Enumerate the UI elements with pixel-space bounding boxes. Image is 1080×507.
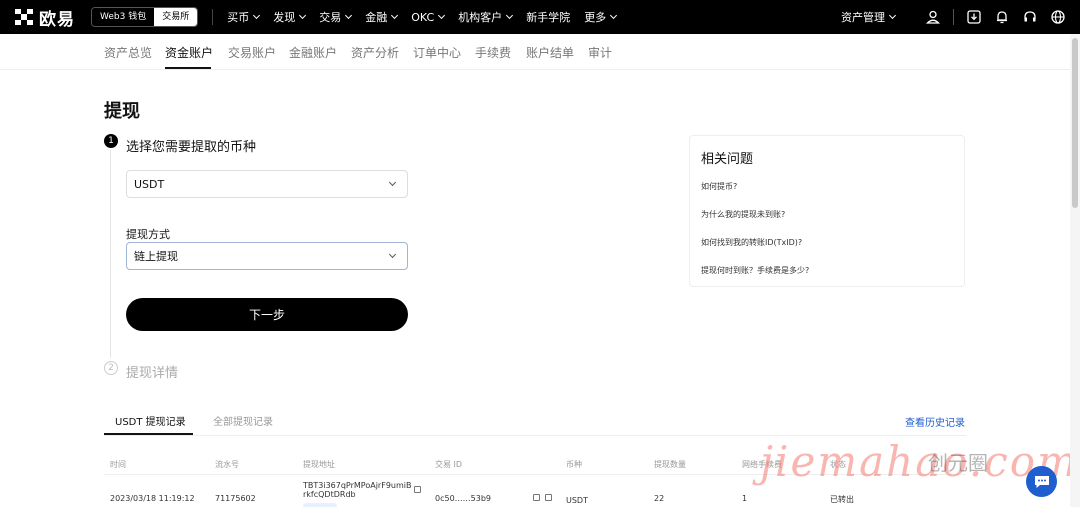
column-header: 币种 [566, 460, 582, 469]
view-history-link[interactable]: 查看历史记录 [905, 414, 965, 429]
subnav-funding-account[interactable]: 资金账户 [165, 44, 213, 61]
headset-icon[interactable] [1022, 9, 1038, 25]
nav-institutional[interactable]: 机构客户 [458, 9, 514, 25]
bell-icon[interactable] [994, 9, 1010, 25]
exchange-toggle[interactable]: 交易所 [154, 8, 198, 26]
subnav-fees[interactable]: 手续费 [475, 44, 511, 61]
cell-txid: 0c50……53b9 [435, 494, 492, 503]
cell-address-line2: rkfcQDtDRdb [303, 490, 356, 499]
web3-wallet-toggle[interactable]: Web3 钱包 [92, 8, 155, 26]
column-header: 交易 ID [435, 460, 463, 469]
nav-more[interactable]: 更多 [584, 9, 618, 25]
step-2-badge: 2 [104, 361, 118, 375]
chevron-down-icon [388, 178, 397, 187]
main-nav: 买币 发现 交易 金融 OKC 机构客户 新手学院 更多 [227, 9, 630, 25]
okx-logo[interactable]: 欧易 [15, 5, 75, 30]
subnav-order-center[interactable]: 订单中心 [413, 44, 461, 61]
cell-coin: USDT [566, 496, 588, 505]
coin-select-value: USDT [134, 177, 165, 191]
cell-address-line1: TBT3i367qPrMPoAjrF9umiB [303, 481, 412, 490]
page-scrollbar[interactable] [1070, 34, 1080, 507]
tab-all-withdrawals[interactable]: 全部提现记录 [213, 413, 273, 428]
nav-finance[interactable]: 金融 [365, 9, 399, 25]
nav-trade[interactable]: 交易 [319, 9, 353, 25]
scrollbar-thumb[interactable] [1072, 38, 1078, 208]
column-header: 时间 [110, 460, 126, 469]
header-tools: 资产管理 [841, 0, 1066, 34]
cell-time: 2023/03/18 11:19:12 [110, 494, 195, 503]
top-navbar: 欧易 Web3 钱包 交易所 买币 发现 交易 金融 OKC 机构客户 新手学院… [0, 0, 1080, 34]
asset-management-menu[interactable]: 资产管理 [841, 9, 897, 25]
page-title: 提现 [104, 101, 140, 122]
divider [212, 9, 214, 25]
subnav-finance-account[interactable]: 金融账户 [289, 44, 337, 61]
subnav-trading-account[interactable]: 交易账户 [228, 44, 276, 61]
chevron-down-icon [438, 11, 446, 20]
globe-icon[interactable] [1050, 9, 1066, 25]
copy-icon[interactable] [414, 486, 421, 493]
divider [104, 435, 966, 436]
coin-select[interactable]: USDT [126, 170, 408, 198]
network-badge [303, 503, 337, 507]
chat-icon [1034, 475, 1049, 488]
faq-link[interactable]: 为什么我的提现未到账? [701, 209, 785, 220]
chevron-down-icon [253, 11, 261, 20]
chevron-down-icon [506, 11, 514, 20]
cell-status: 已转出 [830, 495, 854, 504]
step-1-badge: 1 [104, 134, 118, 148]
chevron-down-icon [610, 11, 618, 20]
step-connector [110, 150, 111, 358]
chevron-down-icon [888, 11, 897, 20]
cell-fee: 1 [742, 494, 748, 503]
nav-buy-crypto[interactable]: 买币 [227, 9, 261, 25]
copy-icon[interactable] [533, 494, 540, 501]
withdraw-method-select[interactable]: 链上提现 [126, 242, 408, 270]
chevron-down-icon [391, 11, 399, 20]
next-step-button[interactable]: 下一步 [126, 298, 408, 331]
step-2-title: 提现详情 [126, 366, 179, 381]
chevron-down-icon [299, 11, 307, 20]
logo-text: 欧易 [39, 9, 75, 30]
column-header: 提现数量 [654, 460, 686, 469]
active-tab-indicator [165, 67, 211, 69]
column-header: 提现地址 [303, 460, 335, 469]
cell-serial: 71175602 [215, 494, 256, 503]
faq-link[interactable]: 如何找到我的转账ID(TxID)? [701, 237, 802, 248]
user-icon[interactable] [925, 9, 941, 25]
subnav-statements[interactable]: 账户结单 [526, 44, 574, 61]
divider [953, 9, 954, 25]
step-1-title: 选择您需要提取的币种 [126, 140, 257, 155]
download-icon[interactable] [966, 9, 982, 25]
nav-academy[interactable]: 新手学院 [526, 9, 570, 25]
support-chat-button[interactable] [1026, 466, 1057, 497]
chevron-down-icon [345, 11, 353, 20]
external-link-icon[interactable] [545, 494, 552, 501]
withdraw-method-label: 提现方式 [126, 228, 170, 241]
account-subnav: 资产总览 资金账户 交易账户 金融账户 资产分析 订单中心 手续费 账户结单 审… [0, 34, 1080, 70]
subnav-audit[interactable]: 审计 [588, 44, 612, 61]
faq-panel: 相关问题 如何提币? 为什么我的提现未到账? 如何找到我的转账ID(TxID)?… [689, 135, 965, 287]
chevron-down-icon [388, 250, 397, 259]
mode-switch[interactable]: Web3 钱包 交易所 [91, 7, 199, 27]
cell-amount: 22 [654, 494, 665, 503]
faq-link[interactable]: 提现何时到账？手续费是多少? [701, 265, 809, 276]
subnav-asset-overview[interactable]: 资产总览 [104, 44, 152, 61]
subnav-asset-analysis[interactable]: 资产分析 [351, 44, 399, 61]
logo-mark-icon [15, 9, 33, 25]
nav-okc[interactable]: OKC [411, 11, 446, 24]
withdraw-method-value: 链上提现 [134, 250, 178, 263]
tab-usdt-withdrawals[interactable]: USDT 提现记录 [115, 413, 186, 428]
column-header: 流水号 [215, 460, 239, 469]
watermark-brand: 创元圈 [928, 451, 988, 475]
nav-discover[interactable]: 发现 [273, 9, 307, 25]
faq-title: 相关问题 [701, 152, 754, 167]
faq-link[interactable]: 如何提币? [701, 181, 737, 192]
